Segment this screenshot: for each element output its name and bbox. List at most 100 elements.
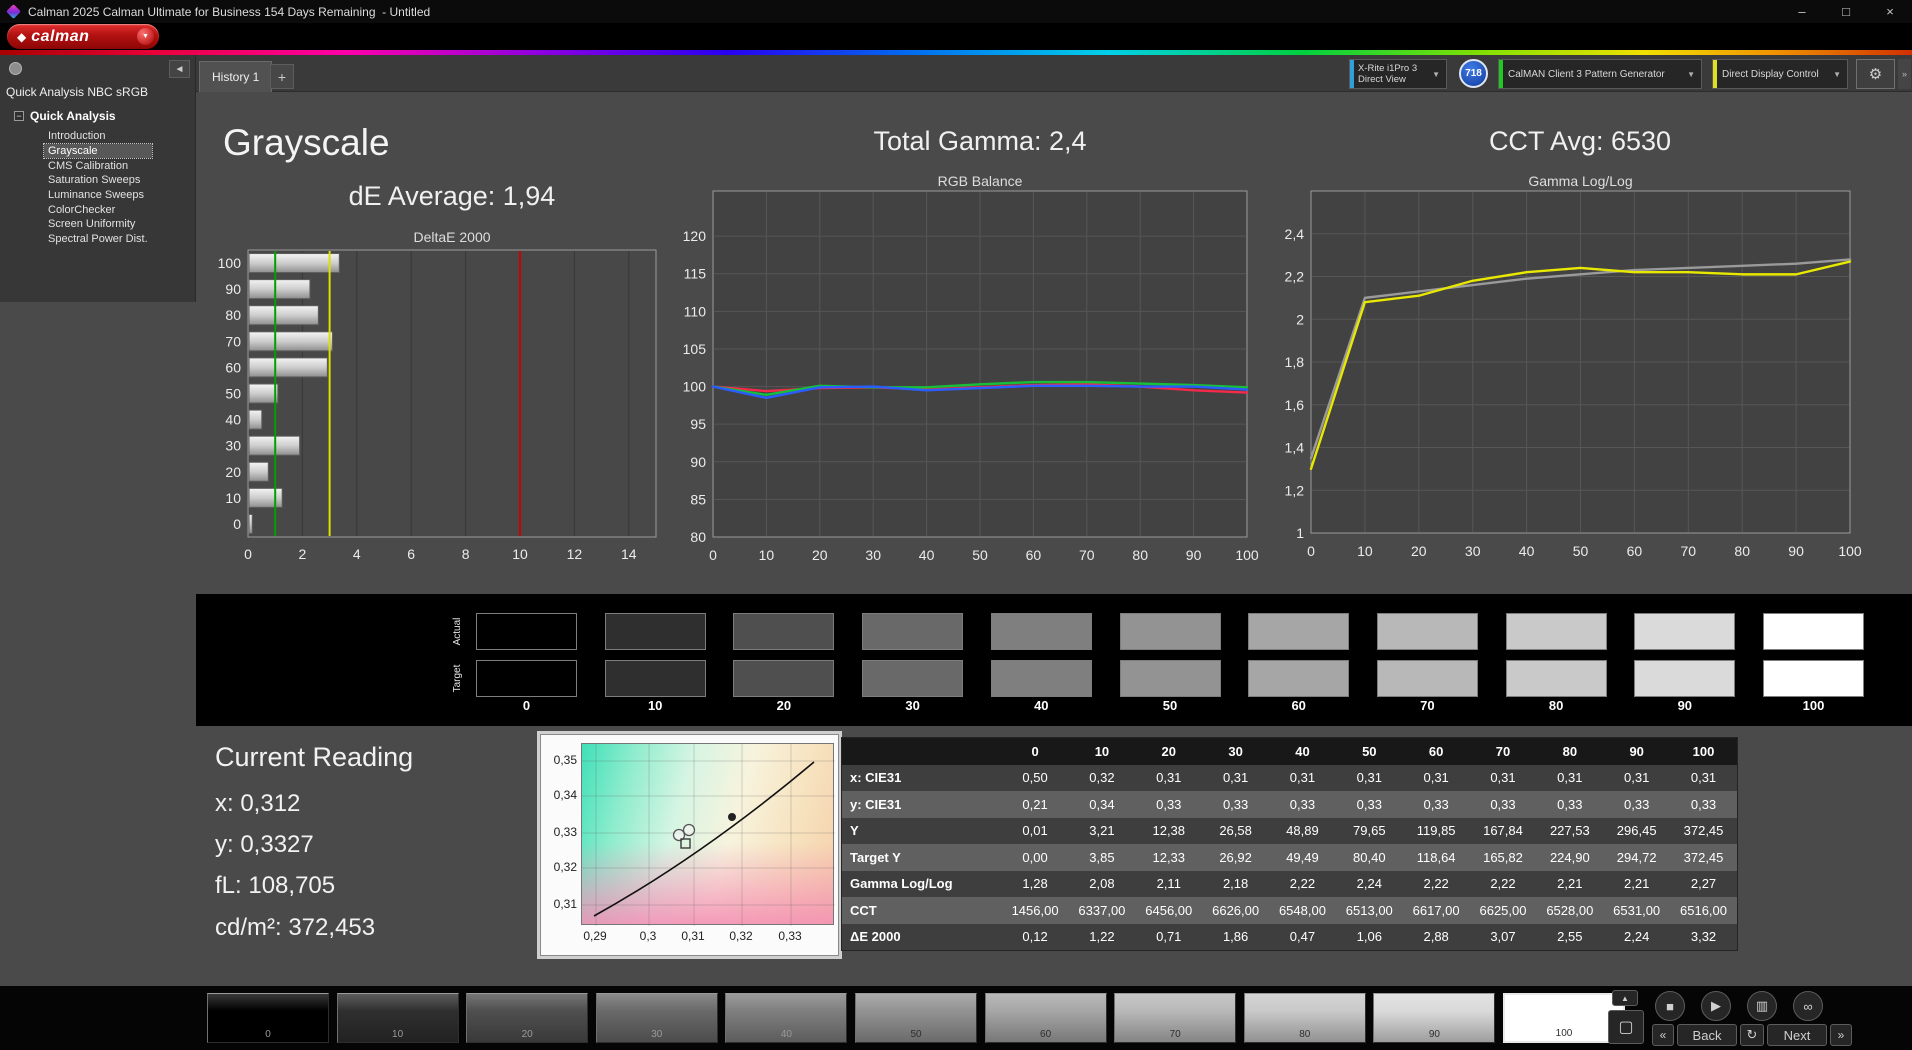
control-label: Direct Display Control (1717, 69, 1819, 80)
row-label: CCT (842, 897, 1002, 924)
reading-cdm2: cd/m²: 372,453 (215, 914, 375, 942)
workflow-root-label: Quick Analysis (30, 109, 116, 123)
table-cell: 80,40 (1336, 844, 1403, 871)
table-cell: 0,33 (1403, 791, 1470, 818)
sidebar-status-dot (9, 62, 22, 75)
pattern-level-50-button[interactable]: 50 (855, 993, 977, 1043)
sidebar-item-colorchecker[interactable]: ColorChecker (44, 202, 152, 217)
swatch-level-label: 70 (1377, 698, 1478, 713)
meter-dropdown[interactable]: X-Rite i1Pro 3 Direct View ▼ (1349, 59, 1447, 89)
sidebar-item-luminance-sweeps[interactable]: Luminance Sweeps (44, 188, 152, 203)
table-cell: 0,21 (1002, 791, 1069, 818)
play-button[interactable]: ▶ (1701, 991, 1731, 1021)
scroll-up-button[interactable]: ▲ (1612, 990, 1638, 1006)
svg-text:105: 105 (683, 341, 707, 357)
table-row-x-cie31: x: CIE310,500,320,310,310,310,310,310,31… (842, 765, 1737, 792)
swatch-column-80: 80 (1506, 594, 1607, 726)
add-tab-button[interactable]: + (270, 64, 294, 89)
pattern-level-60-button[interactable]: 60 (985, 993, 1107, 1043)
pattern-level-90-button[interactable]: 90 (1373, 993, 1495, 1043)
table-cell: 2,21 (1603, 871, 1670, 898)
tree-expander-icon[interactable]: − (14, 111, 24, 121)
row-label: Target Y (842, 844, 1002, 871)
actual-row-label: Actual (439, 613, 476, 650)
table-cell: 0,31 (1536, 765, 1603, 792)
svg-text:110: 110 (684, 303, 707, 319)
swatch-column-0: 0 (476, 594, 577, 726)
svg-text:20: 20 (225, 464, 241, 480)
back-chevrons-button[interactable]: « (1652, 1024, 1674, 1046)
calman-logo-button[interactable]: ◆ calman ▼ (7, 24, 159, 49)
table-cell: 0,33 (1603, 791, 1670, 818)
pattern-level-100-button[interactable]: 100 (1503, 993, 1625, 1043)
table-cell: 3,85 (1069, 844, 1136, 871)
sidebar-item-screen-uniformity[interactable]: Screen Uniformity (44, 217, 152, 232)
close-button[interactable]: × (1868, 0, 1912, 23)
rgb-balance-chart: 0102030405060708090100808590951001051101… (660, 186, 1260, 572)
table-row--e-2000: ΔE 20000,121,220,711,860,471,062,883,072… (842, 924, 1737, 951)
svg-text:90: 90 (225, 281, 241, 297)
logo-menu-caret-icon[interactable]: ▼ (137, 28, 154, 45)
settings-gear-button[interactable]: ⚙ (1856, 59, 1895, 89)
table-cell: 0,31 (1470, 765, 1537, 792)
pattern-level-30-button[interactable]: 30 (596, 993, 718, 1043)
actual-swatch-60 (1248, 613, 1349, 650)
sidebar-item-introduction[interactable]: Introduction (44, 129, 152, 144)
maximize-button[interactable]: □ (1824, 0, 1868, 23)
pattern-level-20-button[interactable]: 20 (466, 993, 588, 1043)
svg-text:4: 4 (353, 546, 361, 562)
refresh-button[interactable]: ↻ (1740, 1024, 1764, 1046)
table-cell: 0,31 (1202, 765, 1269, 792)
source-dropdown[interactable]: CalMAN Client 3 Pattern Generator ▼ (1498, 59, 1702, 89)
pattern-level-70-button[interactable]: 70 (1114, 993, 1236, 1043)
svg-text:40: 40 (919, 547, 935, 563)
pattern-level-40-button[interactable]: 40 (725, 993, 847, 1043)
sidebar-item-spectral-power-dist-[interactable]: Spectral Power Dist. (44, 232, 152, 247)
svg-text:14: 14 (621, 546, 637, 562)
cie-x-tick: 0,3 (628, 929, 668, 943)
sidebar-item-saturation-sweeps[interactable]: Saturation Sweeps (44, 173, 152, 188)
continuous-measure-button[interactable]: ∞ (1793, 991, 1823, 1021)
svg-text:40: 40 (1519, 543, 1535, 559)
table-cell: 6516,00 (1670, 897, 1737, 924)
cie-target-point (728, 813, 736, 821)
pattern-level-0-button[interactable]: 0 (207, 993, 329, 1043)
pattern-level-10-button[interactable]: 10 (337, 993, 459, 1043)
toolbar-overflow-button[interactable]: » (1898, 59, 1911, 89)
meter-labels: X-Rite i1Pro 3 Direct View (1354, 63, 1417, 85)
target-swatch-80 (1506, 660, 1607, 697)
tab-history-1[interactable]: History 1 (199, 61, 272, 92)
back-button[interactable]: Back (1677, 1024, 1737, 1046)
grayscale-swatch-strip: Actual Target 0102030405060708090100 (196, 594, 1912, 726)
swatch-level-label: 10 (605, 698, 706, 713)
svg-text:115: 115 (684, 266, 707, 282)
stop-button[interactable]: ■ (1655, 991, 1685, 1021)
table-cell: 0,33 (1336, 791, 1403, 818)
save-button[interactable]: ▥ (1747, 991, 1777, 1021)
svg-text:0: 0 (709, 547, 717, 563)
minimize-button[interactable]: – (1780, 0, 1824, 23)
display-control-dropdown[interactable]: Direct Display Control ▼ (1712, 59, 1848, 89)
table-col-header: 30 (1202, 738, 1269, 765)
sidebar-collapse-button[interactable]: ◄ (169, 60, 190, 78)
sidebar-item-cms-calibration[interactable]: CMS Calibration (44, 158, 152, 173)
next-button[interactable]: Next (1767, 1024, 1827, 1046)
svg-text:100: 100 (1235, 547, 1259, 563)
svg-text:1,8: 1,8 (1285, 354, 1305, 370)
workflow-root[interactable]: − Quick Analysis (14, 109, 116, 123)
table-cell: 0,31 (1336, 765, 1403, 792)
table-cell: 0,31 (1135, 765, 1202, 792)
table-cell: 26,92 (1202, 844, 1269, 871)
svg-text:60: 60 (1627, 543, 1643, 559)
table-header-row: 0102030405060708090100 (842, 738, 1737, 765)
svg-text:60: 60 (1026, 547, 1042, 563)
pattern-window-button[interactable]: ▢ (1608, 1010, 1644, 1044)
table-cell: 12,33 (1135, 844, 1202, 871)
cie-x-tick: 0,32 (721, 929, 761, 943)
next-chevrons-button[interactable]: » (1830, 1024, 1852, 1046)
meter-caret-icon: ▼ (1432, 70, 1440, 79)
workflow-title: Quick Analysis NBC sRGB (6, 85, 148, 99)
svg-text:70: 70 (1681, 543, 1697, 559)
sidebar-item-grayscale[interactable]: Grayscale (44, 144, 152, 159)
pattern-level-80-button[interactable]: 80 (1244, 993, 1366, 1043)
